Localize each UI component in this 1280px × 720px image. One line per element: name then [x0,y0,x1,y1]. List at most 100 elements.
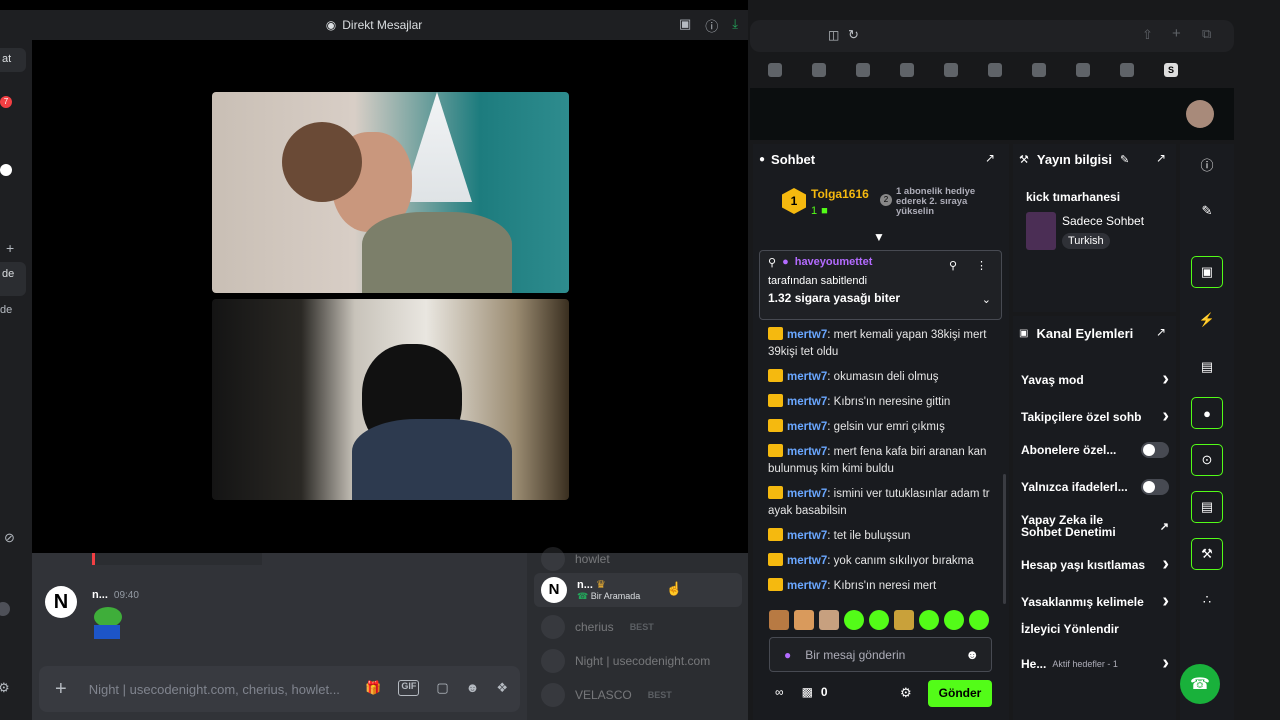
chat-scrollbar[interactable] [1003,474,1006,604]
chat-username[interactable]: mertw7 [787,446,827,458]
broadcast-icon[interactable]: ⊙ [1191,444,1223,476]
emote-icon[interactable] [969,610,989,630]
channel-action-row[interactable]: Takipçilere özel sohb › [1021,405,1169,428]
chat-username[interactable]: mertw7 [787,555,827,567]
chat-username[interactable]: mertw7 [787,421,827,433]
channel-action-row[interactable]: Yalnızca ifadelerl... [1021,479,1169,495]
chat-username[interactable]: mertw7 [787,530,827,542]
help-icon[interactable]: ⓘ [705,16,718,35]
bookmark-icon[interactable] [812,63,826,77]
bookmark-icon[interactable] [988,63,1002,77]
channel-action-row[interactable]: Abonelere özel... [1021,442,1169,458]
chat-message[interactable]: mertw7: okumasın deli olmuş [768,369,1000,386]
mod-queue-icon[interactable]: ▤ [1191,491,1223,523]
translate-icon[interactable]: ◫ [828,28,839,42]
chat-username[interactable]: mertw7 [787,580,827,592]
community-icon[interactable]: ∞ [775,685,784,699]
emoji-icon[interactable]: ☻ [466,680,480,696]
message-author[interactable]: n... [92,589,108,601]
sticker-image[interactable] [92,607,126,643]
sidebar-item-dm-1[interactable]: de [0,262,26,296]
bookmark-icon[interactable] [944,63,958,77]
new-tab-icon[interactable]: + [1172,25,1181,42]
more-options-icon[interactable]: ⋮ [976,259,987,272]
bookmark-icon[interactable] [1032,63,1046,77]
profile-avatar[interactable] [1186,100,1214,128]
emote-icon[interactable] [869,610,889,630]
sticker-icon[interactable]: ▢ [436,680,448,696]
lightning-icon[interactable]: ⚡ [1191,304,1223,336]
chat-message[interactable]: mertw7: yok canım sıkılıyor bırakma [768,553,1000,570]
channel-action-row[interactable]: He... Aktif hedefler - 1 › [1021,652,1169,675]
channel-action-row[interactable]: İzleyici Yönlendir [1021,622,1169,636]
chat-message[interactable]: mertw7: tet ile buluşsun [768,528,1000,545]
chat-username[interactable]: mertw7 [787,396,827,408]
chat-icon[interactable]: ● [1191,397,1223,429]
popout-icon[interactable]: ↗ [1156,151,1166,165]
toggle-switch[interactable] [1141,442,1169,458]
gif-icon[interactable]: GIF [398,680,420,696]
chevron-right-icon[interactable]: › [1162,652,1169,675]
chat-message[interactable]: mertw7: gelsin vur emri çıkmış [768,419,1000,436]
chat-input[interactable]: ● Bir mesaj gönderin ☻ [769,637,992,672]
gift-cta-text[interactable]: 1 abonelik hediye ederek 2. sıraya yükse… [896,187,991,217]
points-icon[interactable]: ▩ 0 [802,685,828,699]
chat-message[interactable]: mertw7: ismini ver tutuklasınlar adam tr… [768,486,1000,520]
tools-wrench-icon[interactable]: ⚒ [1191,538,1223,570]
bookmark-icon[interactable] [900,63,914,77]
camera-icon[interactable]: ▣ [1191,256,1223,288]
emote-icon[interactable] [944,610,964,630]
block-icon[interactable]: ⊘ [4,530,15,546]
address-bar[interactable]: ◫ ↻ ⇧ + ⧉ [750,20,1234,52]
add-icon[interactable]: + [6,240,14,256]
community-dots-icon[interactable]: ∴ [1191,584,1223,616]
pinned-user[interactable]: haveyoumettet [795,256,873,269]
pinned-message[interactable]: ⚲ ● haveyoumettet tarafından sabitlendi … [759,250,1002,320]
member-item[interactable]: howlet [541,547,610,571]
inbox-icon[interactable]: ▣ [679,16,691,35]
mic-icon[interactable] [0,602,10,616]
emote-icon[interactable] [769,610,789,630]
send-button[interactable]: Gönder [928,680,992,707]
unpin-icon[interactable]: ⚲ [949,259,957,272]
settings-gear-icon[interactable]: ⚙ [0,680,10,696]
reload-icon[interactable]: ↻ [848,27,859,43]
share-icon[interactable]: ⇧ [1142,27,1153,43]
chat-message[interactable]: mertw7: Kıbrıs'ın neresine gittin [768,394,1000,411]
chevron-right-icon[interactable]: › [1162,368,1169,391]
edit-pen-icon[interactable]: ✎ [1191,195,1223,227]
channel-action-row[interactable]: Yasaklanmış kelimele › [1021,590,1169,613]
bookmark-icon[interactable] [1076,63,1090,77]
chat-settings-gear-icon[interactable]: ⚙ [900,685,912,701]
tabs-icon[interactable]: ⧉ [1202,26,1211,42]
expand-chevron-icon[interactable]: ⌄ [982,293,991,306]
chevron-right-icon[interactable]: › [1162,590,1169,613]
bookmark-icon[interactable] [1120,63,1134,77]
emote-icon[interactable] [894,610,914,630]
avatar[interactable]: N [45,586,77,618]
member-item-active[interactable]: N n... ♛ ☎ Bir Aramada ☝ [534,573,742,607]
top-gifter-name[interactable]: Tolga1616 [811,187,869,201]
channel-action-row[interactable]: Yapay Zeka ile Sohbet Denetimi ↗ [1021,514,1169,538]
edit-icon[interactable]: ✎ [1120,153,1129,166]
popout-icon[interactable]: ↗ [985,151,995,165]
external-link-icon[interactable]: ↗ [1160,520,1169,533]
emote-icon[interactable] [794,610,814,630]
emote-icon[interactable] [844,610,864,630]
chat-message[interactable]: mertw7: mert kemali yapan 38kişi mert 39… [768,327,1000,361]
member-item[interactable]: VELASCO BEST [541,683,672,707]
download-icon[interactable]: ⤓ [732,16,738,35]
support-headset-icon[interactable]: ☎ [1180,664,1220,704]
gift-icon[interactable]: 🎁 [365,680,381,696]
chat-username[interactable]: mertw7 [787,329,827,341]
chevron-right-icon[interactable]: › [1162,553,1169,576]
video-tile-participant-1[interactable] [212,92,569,293]
info-icon[interactable]: ⓘ [1191,148,1223,180]
popout-icon[interactable]: ↗ [1156,325,1166,339]
bookmark-icon[interactable]: S [1164,63,1178,77]
member-item[interactable]: cherius BEST [541,615,654,639]
bookmark-icon[interactable] [856,63,870,77]
video-tile-participant-2[interactable] [212,299,569,500]
channel-action-row[interactable]: Hesap yaşı kısıtlamas › [1021,553,1169,576]
mic-icon[interactable]: ● [784,648,791,662]
